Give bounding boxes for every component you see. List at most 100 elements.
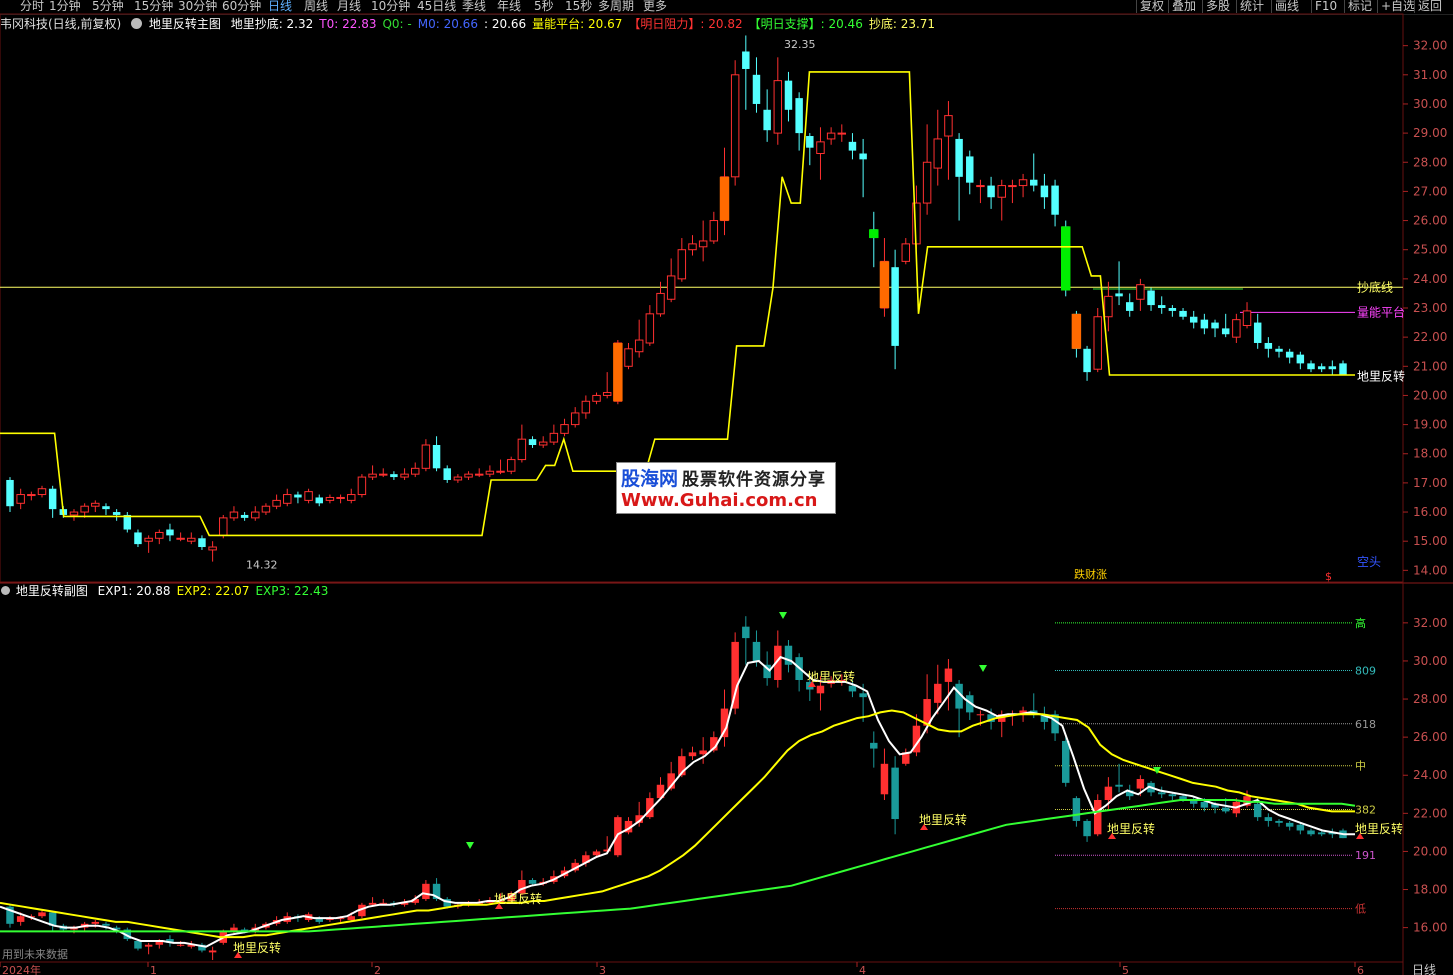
period-tab-15[interactable]: 多周期 bbox=[598, 0, 634, 13]
period-tab-12[interactable]: 年线 bbox=[497, 0, 521, 13]
main-candle bbox=[1051, 185, 1059, 215]
period-tab-6[interactable]: 日线 bbox=[268, 0, 292, 13]
toolbar-button-1[interactable]: 叠加 bbox=[1168, 0, 1199, 13]
main-candle bbox=[325, 496, 335, 501]
sub-candle bbox=[294, 916, 302, 919]
period-tab-9[interactable]: 10分钟 bbox=[371, 0, 410, 13]
sub-candle bbox=[1168, 794, 1177, 797]
main-candle bbox=[1232, 319, 1241, 338]
signal-up-arrow-icon bbox=[234, 952, 242, 958]
sub-candle bbox=[1221, 807, 1230, 812]
toolbar-button-5[interactable]: F10 bbox=[1311, 0, 1340, 13]
period-tab-16[interactable]: 更多 bbox=[643, 0, 667, 13]
sub-candle bbox=[400, 902, 409, 905]
period-tab-3[interactable]: 15分钟 bbox=[134, 0, 173, 13]
settings-icon[interactable] bbox=[1, 586, 10, 595]
sub-candle bbox=[283, 916, 291, 922]
toolbar-button-8[interactable]: 返回 bbox=[1414, 0, 1445, 13]
period-tab-14[interactable]: 15秒 bbox=[565, 0, 592, 13]
indicator-value-8: 23.71 bbox=[896, 17, 936, 31]
sub-candle bbox=[1008, 714, 1017, 716]
period-tab-7[interactable]: 周线 bbox=[304, 0, 328, 13]
period-tab-11[interactable]: 季线 bbox=[462, 0, 486, 13]
sub-candle bbox=[1062, 740, 1070, 783]
main-candle bbox=[944, 115, 953, 137]
sub-candle bbox=[752, 641, 761, 661]
main-candle bbox=[613, 342, 623, 402]
main-candle bbox=[357, 476, 367, 496]
sub-candle bbox=[571, 862, 579, 871]
main-ytick-label-16: 16.00 bbox=[1413, 505, 1447, 519]
main-candle bbox=[240, 514, 249, 518]
main-candle bbox=[538, 441, 548, 446]
sub-candle bbox=[1030, 710, 1038, 715]
period-tab-10[interactable]: 45日线 bbox=[417, 0, 456, 13]
indicator-label-3: M0: bbox=[417, 17, 440, 31]
sub-candle bbox=[635, 815, 643, 823]
sub-candle bbox=[27, 916, 36, 918]
main-candle bbox=[656, 292, 665, 315]
indicator-value-6: 20.82 bbox=[704, 17, 743, 31]
sub-candle bbox=[272, 920, 281, 924]
low-price-label: 14.32 bbox=[246, 559, 278, 572]
sub-candle bbox=[934, 683, 942, 703]
main-candle bbox=[219, 517, 228, 536]
sub-candle bbox=[976, 714, 985, 716]
sub-candle bbox=[1125, 790, 1134, 797]
signal-up-arrow-icon bbox=[920, 824, 928, 830]
settings-icon[interactable] bbox=[131, 18, 143, 29]
main-ytick-label-17: 15.00 bbox=[1413, 534, 1447, 548]
sub-candle bbox=[678, 756, 686, 776]
exp-line-2 bbox=[0, 709, 1355, 939]
signal-label-0: 地里反转 bbox=[233, 940, 281, 955]
signal-block-orange bbox=[1071, 313, 1082, 349]
main-candle bbox=[528, 439, 537, 445]
sub-candle bbox=[123, 929, 132, 940]
period-tab-5[interactable]: 60分钟 bbox=[222, 0, 261, 13]
main-candle bbox=[1307, 363, 1315, 370]
indicator-label-0: EXP1: bbox=[97, 584, 133, 598]
main-candle bbox=[198, 538, 206, 548]
indicator-label-0: 地里抄底: bbox=[230, 17, 283, 31]
sub-candle bbox=[1253, 803, 1262, 818]
period-tab-0[interactable]: 分时 bbox=[20, 0, 44, 13]
sub-candle bbox=[560, 870, 569, 877]
sub-candle bbox=[1019, 710, 1027, 715]
main-candle bbox=[624, 348, 633, 367]
sub-candle bbox=[6, 906, 14, 924]
toolbar-button-3[interactable]: 统计 bbox=[1236, 0, 1267, 13]
period-tab-2[interactable]: 5分钟 bbox=[92, 0, 124, 13]
period-tab-13[interactable]: 5秒 bbox=[534, 0, 554, 13]
sub-candle bbox=[358, 904, 366, 917]
period-tab-4[interactable]: 30分钟 bbox=[178, 0, 217, 13]
toolbar-button-2[interactable]: 多股 bbox=[1202, 0, 1233, 13]
sub-ytick-label-6: 20.00 bbox=[1413, 844, 1447, 858]
main-candle bbox=[1211, 322, 1219, 329]
xtick-label-1: 1 bbox=[150, 964, 157, 975]
sub-candle bbox=[1093, 800, 1102, 835]
sub-candle bbox=[891, 767, 899, 820]
toolbar-button-6[interactable]: 标记 bbox=[1344, 0, 1375, 13]
main-candle bbox=[742, 51, 750, 69]
main-candle bbox=[1339, 363, 1347, 376]
main-candle bbox=[123, 514, 132, 530]
period-tab-1[interactable]: 1分钟 bbox=[49, 0, 81, 13]
period-tab-8[interactable]: 月线 bbox=[337, 0, 361, 13]
fib-level-label-0: 高 bbox=[1355, 616, 1366, 630]
main-candle bbox=[336, 496, 345, 499]
main-candle bbox=[987, 185, 995, 198]
main-candle bbox=[48, 488, 57, 510]
main-candle bbox=[229, 511, 239, 519]
main-candle bbox=[69, 511, 79, 516]
sub-ytick-label-0: 32.00 bbox=[1413, 616, 1447, 630]
sub-candle bbox=[784, 645, 793, 665]
toolbar-button-0[interactable]: 复权 bbox=[1136, 0, 1167, 13]
sub-candle bbox=[806, 681, 814, 690]
signal-label-3: 地里反转 bbox=[919, 812, 967, 827]
main-candle bbox=[1136, 284, 1145, 300]
fib-level-label-2: 618 bbox=[1355, 718, 1376, 731]
main-candle bbox=[955, 138, 963, 177]
toolbar-button-4[interactable]: 画线 bbox=[1271, 0, 1302, 13]
toolbar-button-7[interactable]: +自选 bbox=[1377, 0, 1418, 13]
main-candle bbox=[1253, 322, 1262, 343]
